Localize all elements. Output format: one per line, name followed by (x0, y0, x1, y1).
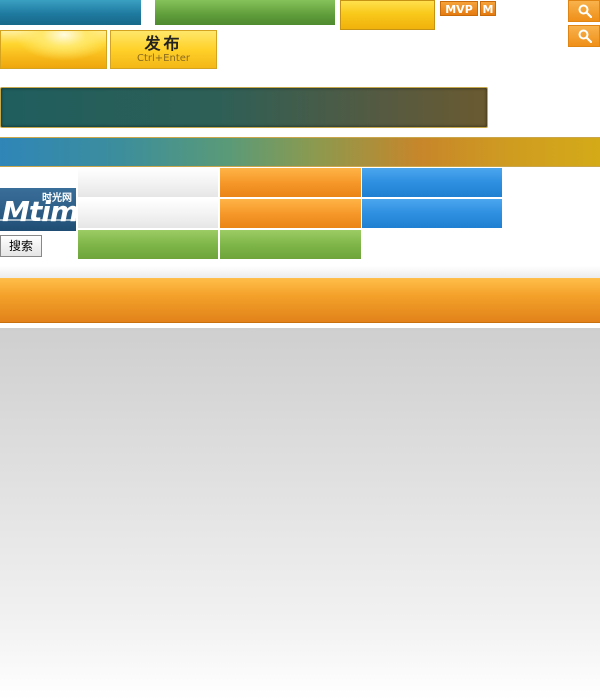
search-button-second[interactable] (568, 25, 600, 47)
green-gradient-tile (78, 230, 218, 259)
yellow-gradient-button[interactable] (340, 0, 435, 30)
dark-gradient-panel (0, 87, 488, 128)
mtime-logo: 时光网 Mtime (0, 188, 76, 231)
grey-gradient-panel (0, 328, 600, 700)
publish-label: 发布 (144, 34, 183, 53)
publish-shortcut: Ctrl+Enter (136, 53, 190, 64)
white-gradient-tile (78, 168, 218, 197)
grey-separator-band (0, 266, 600, 278)
orange-gradient-tile (220, 199, 361, 228)
orange-header-bar (0, 278, 600, 323)
logo-wordmark: Mtime (2, 195, 76, 228)
blue-gradient-tile (362, 199, 502, 228)
search-icon (578, 29, 592, 43)
publish-button[interactable]: 发布 Ctrl+Enter (110, 30, 217, 69)
search-button-top[interactable] (568, 0, 600, 22)
search-button[interactable]: 搜索 (0, 235, 42, 257)
search-icon (578, 4, 592, 18)
orange-gradient-tile (220, 168, 361, 197)
green-gradient-tile (220, 230, 361, 259)
yellow-shine-button[interactable] (0, 30, 107, 69)
teal-gradient-bar (0, 0, 141, 25)
logo-underline (0, 219, 76, 221)
white-gradient-tile (78, 199, 218, 228)
m-badge: M (480, 1, 496, 16)
multicolor-gradient-bar (0, 137, 600, 167)
green-gradient-bar (155, 0, 335, 25)
mvp-badge: MVP (440, 1, 478, 16)
blue-gradient-tile (362, 168, 502, 197)
